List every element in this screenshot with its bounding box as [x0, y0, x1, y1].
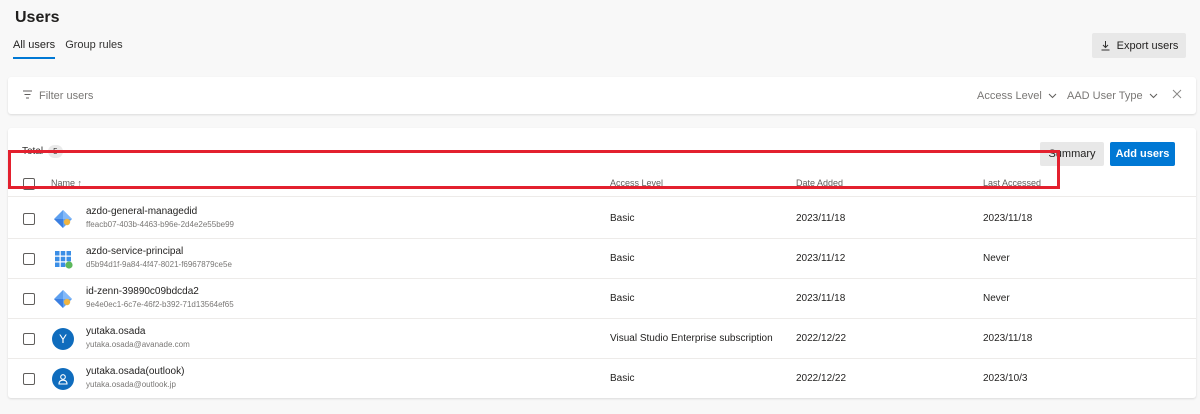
user-initial-avatar: Y	[52, 328, 74, 350]
users-card: Total 5 Summary Add users Name ↑ Access …	[8, 128, 1196, 398]
date-added-cell: 2022/12/22	[796, 333, 847, 344]
table-row[interactable]: yutaka.osada(outlook) yutaka.osada@outlo…	[8, 359, 1196, 399]
last-accessed-cell: 2023/11/18	[983, 333, 1033, 344]
user-person-avatar	[52, 368, 74, 390]
column-header-name[interactable]: Name ↑	[51, 178, 82, 188]
column-header-access-level[interactable]: Access Level	[610, 178, 663, 188]
date-added-cell: 2023/11/18	[796, 293, 846, 304]
date-added-cell: 2023/11/18	[796, 213, 846, 224]
access-level-cell: Basic	[610, 293, 635, 304]
tab-group-rules[interactable]: Group rules	[65, 39, 122, 59]
last-accessed-cell: Never	[983, 253, 1010, 264]
column-header-last-accessed[interactable]: Last Accessed	[983, 178, 1041, 188]
download-icon	[1101, 41, 1110, 51]
person-icon	[58, 374, 68, 385]
last-accessed-cell: 2023/11/18	[983, 213, 1033, 224]
row-checkbox[interactable]	[23, 373, 35, 385]
total-count: Total 5	[22, 145, 63, 158]
access-level-cell: Basic	[610, 213, 635, 224]
access-level-cell: Basic	[610, 373, 635, 384]
user-id: yutaka.osada@outlook.jp	[86, 380, 176, 389]
managed-identity-icon	[54, 290, 72, 308]
count-badge: 5	[48, 145, 63, 158]
summary-button[interactable]: Summary	[1040, 142, 1104, 166]
add-users-button[interactable]: Add users	[1110, 142, 1175, 166]
row-checkbox[interactable]	[23, 213, 35, 225]
access-level-cell: Visual Studio Enterprise subscription	[610, 333, 773, 344]
managed-identity-icon	[54, 210, 72, 228]
table-row[interactable]: azdo-service-principal d5b94d1f-9a84-4f4…	[8, 239, 1196, 279]
table-row[interactable]: Y yutaka.osada yutaka.osada@avanade.com …	[8, 319, 1196, 359]
last-accessed-cell: 2023/10/3	[983, 373, 1028, 384]
table-row[interactable]: azdo-general-managedid ffeacb07-403b-446…	[8, 199, 1196, 239]
page-title: Users	[15, 9, 60, 26]
user-id: yutaka.osada@avanade.com	[86, 340, 190, 349]
tab-all-users[interactable]: All users	[13, 39, 56, 59]
select-all-checkbox[interactable]	[23, 178, 35, 190]
column-header-date-added[interactable]: Date Added	[796, 178, 843, 188]
user-id: ffeacb07-403b-4463-b96e-2d4e2e55be99	[86, 220, 234, 229]
user-name[interactable]: yutaka.osada(outlook)	[86, 366, 184, 377]
user-id: d5b94d1f-9a84-4f47-8021-f6967879ce5e	[86, 260, 232, 269]
user-name[interactable]: yutaka.osada	[86, 326, 146, 337]
export-users-label: Export users	[1116, 39, 1179, 52]
access-level-cell: Basic	[610, 253, 635, 264]
row-checkbox[interactable]	[23, 293, 35, 305]
access-level-dropdown-label: Access Level	[977, 90, 1042, 102]
date-added-cell: 2023/11/12	[796, 253, 846, 264]
tab-bar: All users Group rules	[13, 39, 123, 59]
access-level-dropdown[interactable]: Access Level	[977, 90, 1057, 102]
table-row[interactable]: id-zenn-39890c09bdcda2 9e4e0ec1-6c7e-46f…	[8, 279, 1196, 319]
user-name[interactable]: azdo-general-managedid	[86, 206, 197, 217]
close-icon[interactable]	[1172, 89, 1182, 99]
filter-bar: Filter users Access Level AAD User Type	[8, 77, 1196, 114]
row-checkbox[interactable]	[23, 333, 35, 345]
user-name[interactable]: id-zenn-39890c09bdcda2	[86, 286, 199, 297]
user-id: 9e4e0ec1-6c7e-46f2-b392-71d13564ef65	[86, 300, 234, 309]
last-accessed-cell: Never	[983, 293, 1010, 304]
chevron-down-icon	[1048, 93, 1057, 99]
service-principal-icon	[55, 251, 73, 269]
filter-users-input[interactable]: Filter users	[39, 90, 93, 102]
header-divider	[8, 196, 1196, 197]
row-checkbox[interactable]	[23, 253, 35, 265]
aad-user-type-dropdown-label: AAD User Type	[1067, 90, 1143, 102]
user-name[interactable]: azdo-service-principal	[86, 246, 183, 257]
chevron-down-icon	[1149, 93, 1157, 99]
date-added-cell: 2022/12/22	[796, 373, 847, 384]
aad-user-type-dropdown[interactable]: AAD User Type	[1067, 90, 1158, 102]
export-users-button[interactable]: Export users	[1092, 33, 1186, 58]
filter-icon	[23, 90, 32, 99]
total-label: Total	[22, 146, 44, 157]
